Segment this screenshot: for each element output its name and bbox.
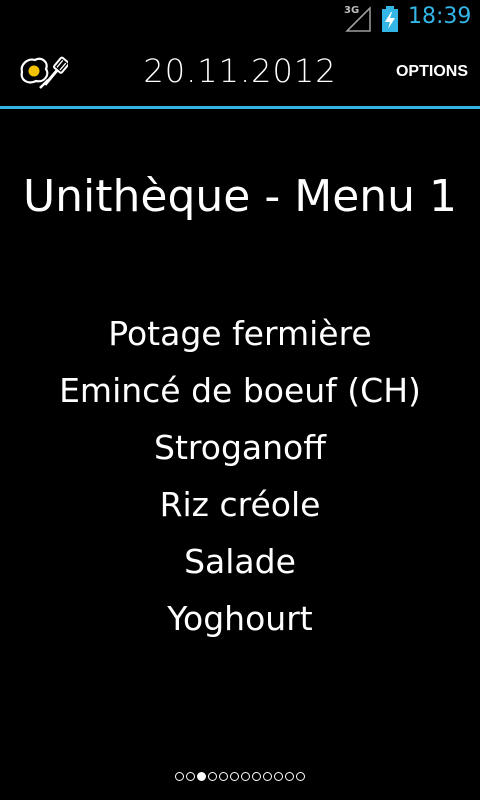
- menu-item: Yoghourt: [167, 599, 313, 638]
- page-dot[interactable]: [186, 772, 195, 781]
- page-dot[interactable]: [241, 772, 250, 781]
- status-bar: 3G 18:39: [0, 0, 480, 38]
- menu-item: Emincé de boeuf (CH): [59, 371, 421, 410]
- page-dot[interactable]: [285, 772, 294, 781]
- page-dot[interactable]: [274, 772, 283, 781]
- menu-item: Salade: [184, 542, 296, 581]
- options-button[interactable]: OPTIONS: [396, 63, 468, 81]
- signal-icon: [345, 6, 371, 32]
- status-time: 18:39: [408, 4, 472, 29]
- page-dot[interactable]: [230, 772, 239, 781]
- menu-item: Stroganoff: [154, 428, 326, 467]
- action-bar-divider: [0, 106, 480, 109]
- page-dot[interactable]: [175, 772, 184, 781]
- menu-item: Riz créole: [159, 485, 321, 524]
- network-indicator: 3G: [344, 5, 374, 33]
- page-indicator: [0, 772, 480, 781]
- page-dot-active[interactable]: [197, 772, 206, 781]
- page-dot[interactable]: [252, 772, 261, 781]
- page-dot[interactable]: [208, 772, 217, 781]
- battery-charging-icon: [381, 6, 399, 32]
- page-dot[interactable]: [296, 772, 305, 781]
- action-bar: 20.11.2012 OPTIONS: [0, 38, 480, 106]
- page-dot[interactable]: [219, 772, 228, 781]
- menu-item: Potage fermière: [108, 314, 372, 353]
- menu-item-list: Potage fermière Emincé de boeuf (CH) Str…: [0, 305, 480, 647]
- page-dot[interactable]: [263, 772, 272, 781]
- menu-title: Unithèque - Menu 1: [22, 171, 458, 223]
